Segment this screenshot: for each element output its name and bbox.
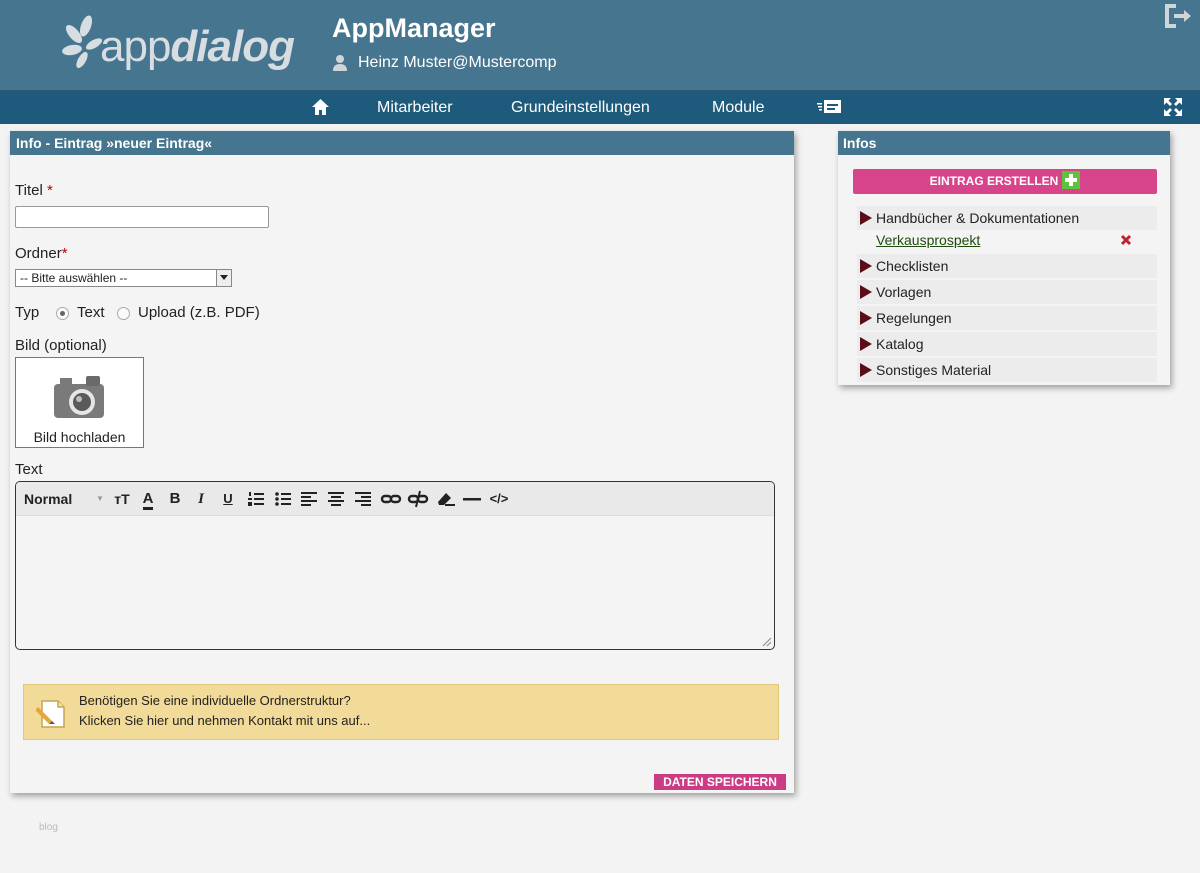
align-center-icon[interactable] <box>327 489 345 509</box>
entry-link-verkausprospekt[interactable]: Verkausprospekt <box>876 232 980 248</box>
folder-item-checklisten[interactable]: Checklisten <box>857 254 1157 278</box>
triangle-right-icon <box>860 311 872 325</box>
folder-label: Handbücher & Dokumentationen <box>876 210 1080 226</box>
font-size-icon[interactable]: тТ <box>112 489 132 509</box>
folder-item-sonstiges[interactable]: Sonstiges Material <box>857 358 1157 382</box>
text-label: Text <box>15 461 43 478</box>
resize-grip-icon[interactable] <box>762 637 772 647</box>
link-icon[interactable] <box>380 489 402 509</box>
chevron-down-icon: ▼ <box>96 494 104 503</box>
logo-wordmark: appdialog <box>100 22 295 71</box>
triangle-right-icon <box>860 337 872 351</box>
folder-label: Sonstiges Material <box>876 362 992 378</box>
folder-item-vorlagen[interactable]: Vorlagen <box>857 280 1157 304</box>
title-input[interactable] <box>15 206 269 228</box>
flower-logo-icon <box>62 15 102 69</box>
triangle-right-icon <box>860 285 872 299</box>
ordered-list-icon[interactable] <box>247 489 265 509</box>
footer-text: blog <box>39 822 58 833</box>
folder-label: Regelungen <box>876 310 952 326</box>
bold-icon[interactable]: B <box>166 489 184 509</box>
folder-select[interactable]: -- Bitte auswählen -- <box>15 269 232 287</box>
image-upload-button[interactable]: Bild hochladen <box>15 357 144 448</box>
bullet-list-icon[interactable] <box>274 489 292 509</box>
user-name: Heinz Muster@Mustercomp <box>358 54 557 71</box>
type-option-text-label: Text <box>77 304 105 321</box>
horizontal-rule-icon[interactable] <box>462 489 482 509</box>
text-color-icon[interactable]: A <box>138 489 158 510</box>
logout-icon[interactable] <box>1162 2 1192 30</box>
fullscreen-icon[interactable] <box>1163 97 1183 117</box>
infos-panel-title: Infos <box>838 131 1170 155</box>
title-label: Titel * <box>15 182 53 199</box>
notice-text: Benötigen Sie eine individuelle Ordnerst… <box>79 691 370 731</box>
format-dropdown[interactable]: Normal ▼ <box>24 489 104 509</box>
edit-document-icon <box>36 700 65 728</box>
notice-line-2: Klicken Sie hier und nehmen Kontakt mit … <box>79 713 371 728</box>
folder-label: Ordner* <box>15 245 68 262</box>
editor-toolbar: Normal ▼ тТ A B I U </> <box>16 482 774 516</box>
folder-label: Checklisten <box>876 258 949 274</box>
nav-item-module[interactable]: Module <box>712 91 764 124</box>
triangle-right-icon <box>860 259 872 273</box>
app-header: appdialog AppManager Heinz Muster@Muster… <box>0 0 1200 91</box>
image-label: Bild (optional) <box>15 337 107 354</box>
folder-label: Katalog <box>876 336 924 352</box>
nav-item-mitarbeiter[interactable]: Mitarbeiter <box>377 91 453 124</box>
image-upload-label: Bild hochladen <box>33 429 126 445</box>
folder-item-handbuecher[interactable]: Handbücher & Dokumentationen <box>857 206 1157 230</box>
type-radio-text[interactable] <box>56 307 69 320</box>
italic-icon[interactable]: I <box>192 489 210 509</box>
chevron-down-icon <box>216 270 231 286</box>
main-nav: Mitarbeiter Grundeinstellungen Module <box>0 91 1200 124</box>
nav-item-grundeinstellungen[interactable]: Grundeinstellungen <box>511 91 650 124</box>
plus-icon <box>1062 171 1081 190</box>
custom-folder-notice[interactable]: Benötigen Sie eine individuelle Ordnerst… <box>23 684 779 740</box>
type-radio-upload[interactable] <box>117 307 130 320</box>
infos-panel: Infos EINTRAG ERSTELLEN Handbücher & Dok… <box>838 131 1170 385</box>
message-icon[interactable] <box>816 99 842 115</box>
triangle-right-icon <box>860 211 872 225</box>
folder-label: Vorlagen <box>876 284 932 300</box>
unlink-icon[interactable] <box>407 489 429 509</box>
triangle-right-icon <box>860 363 872 377</box>
app-title: AppManager <box>332 13 496 43</box>
panel-title: Info - Eintrag »neuer Eintrag« <box>10 131 794 155</box>
eraser-icon[interactable] <box>435 489 457 509</box>
align-left-icon[interactable] <box>300 489 318 509</box>
user-info: Heinz Muster@Mustercomp <box>332 54 557 72</box>
appdialog-logo[interactable]: appdialog <box>62 12 302 76</box>
save-button[interactable]: DATEN SPEICHERN <box>654 774 786 790</box>
folder-item-katalog[interactable]: Katalog <box>857 332 1157 356</box>
type-label: Typ <box>15 304 40 321</box>
notice-line-1: Benötigen Sie eine individuelle Ordnerst… <box>79 693 351 708</box>
delete-icon[interactable] <box>1120 234 1132 246</box>
code-view-icon[interactable]: </> <box>488 489 510 509</box>
folder-item-regelungen[interactable]: Regelungen <box>857 306 1157 330</box>
entry-form-panel: Info - Eintrag »neuer Eintrag« Titel * O… <box>10 131 794 793</box>
create-entry-button[interactable]: EINTRAG ERSTELLEN <box>853 169 1157 194</box>
type-option-upload-label: Upload (z.B. PDF) <box>138 304 260 321</box>
camera-icon <box>54 376 104 418</box>
underline-icon[interactable]: U <box>219 489 237 509</box>
home-icon[interactable] <box>311 98 330 116</box>
user-icon <box>333 55 347 71</box>
rich-text-editor[interactable]: Normal ▼ тТ A B I U </> <box>15 481 775 650</box>
align-right-icon[interactable] <box>354 489 372 509</box>
